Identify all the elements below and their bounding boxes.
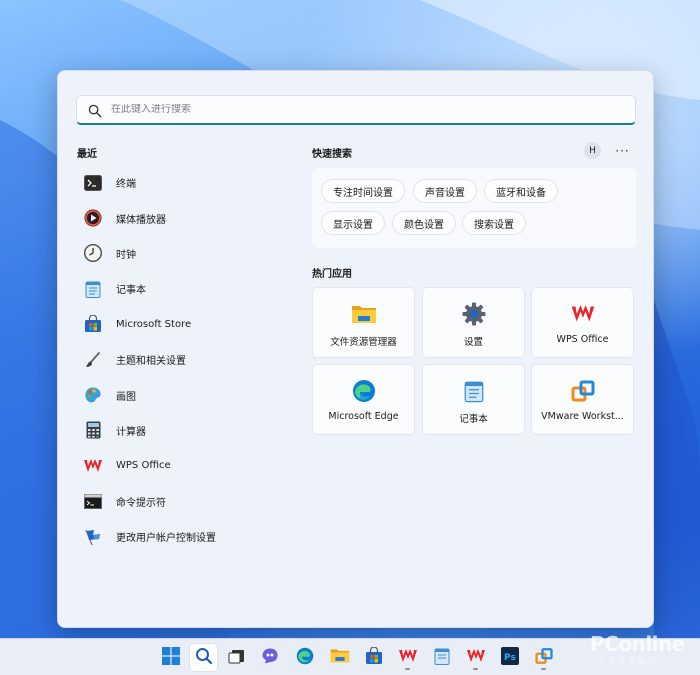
recent-item-label: WPS Office <box>116 460 171 472</box>
wps-icon <box>83 456 103 476</box>
taskbar-edge-button[interactable] <box>291 644 318 671</box>
recent-title: 最近 <box>77 149 97 160</box>
search-icon <box>195 647 213 669</box>
settings-gear-icon <box>461 301 487 327</box>
taskbar-search-button[interactable] <box>190 644 217 671</box>
avatar[interactable]: H <box>584 142 601 159</box>
app-tile-notepad[interactable]: 记事本 <box>422 364 525 435</box>
taskbar-photoshop-button[interactable]: Ps <box>496 644 523 671</box>
app-tile-label: 记事本 <box>459 414 488 425</box>
recent-item-label: 主题和相关设置 <box>116 356 186 368</box>
taskbar-file-explorer-button[interactable] <box>326 644 353 671</box>
search-icon <box>88 103 102 117</box>
store-icon <box>83 314 103 334</box>
recent-item-wps-office[interactable]: WPS Office <box>78 448 288 483</box>
start-menu: 最近 终端 媒体播放器 时钟 记事本 <box>57 70 654 628</box>
search-box[interactable] <box>76 95 636 125</box>
recent-item-media-player[interactable]: 媒体播放器 <box>78 200 288 235</box>
windows-logo-icon <box>161 646 180 669</box>
brush-icon <box>83 350 103 370</box>
task-view-button[interactable] <box>223 644 250 671</box>
app-tile-wps-office[interactable]: WPS Office <box>531 287 634 358</box>
uac-flag-icon <box>83 527 103 547</box>
taskbar-chat-button[interactable] <box>256 644 283 671</box>
recent-item-microsoft-store[interactable]: Microsoft Store <box>78 307 288 342</box>
vmware-icon <box>534 647 553 669</box>
file-explorer-icon <box>351 301 377 327</box>
edge-icon <box>351 378 377 404</box>
quick-search-panel: 专注时间设置 声音设置 蓝牙和设备 显示设置 颜色设置 搜索设置 <box>312 168 636 248</box>
watermark-brand: PConline <box>590 632 685 656</box>
chip-color-settings[interactable]: 颜色设置 <box>392 211 456 235</box>
chip-sound-settings[interactable]: 声音设置 <box>413 179 477 203</box>
recent-item-clock[interactable]: 时钟 <box>78 236 288 271</box>
recent-item-calculator[interactable]: 计算器 <box>78 413 288 448</box>
terminal-icon <box>83 173 103 193</box>
app-tile-label: VMware Workst... <box>541 411 624 422</box>
recent-item-terminal[interactable]: 终端 <box>78 165 288 200</box>
recent-item-label: Microsoft Store <box>116 318 192 330</box>
taskbar-wps-button[interactable] <box>394 644 421 671</box>
search-input[interactable] <box>111 104 635 115</box>
chat-icon <box>261 647 279 669</box>
notepad-icon <box>83 279 103 299</box>
recent-item-paint[interactable]: 画图 <box>78 377 288 412</box>
app-tile-label: Microsoft Edge <box>328 411 399 422</box>
edge-icon <box>296 647 314 669</box>
start-button[interactable] <box>157 644 184 671</box>
recent-item-label: 计算器 <box>116 426 146 438</box>
running-indicator <box>405 668 410 670</box>
cmd-icon <box>83 491 103 511</box>
recent-item-label: 终端 <box>116 179 136 191</box>
notepad-icon <box>434 647 450 669</box>
wps-icon <box>570 301 596 327</box>
more-options-button[interactable]: ··· <box>614 142 631 159</box>
quick-search-title: 快速搜索 <box>312 149 352 160</box>
clock-icon <box>83 243 103 263</box>
task-view-icon <box>228 647 246 669</box>
chip-focus-settings[interactable]: 专注时间设置 <box>321 179 405 203</box>
recent-item-label: 命令提示符 <box>116 497 166 509</box>
media-player-icon <box>83 208 103 228</box>
recent-list: 终端 媒体播放器 时钟 记事本 Microsoft Store 主题和相关设置 … <box>78 165 288 554</box>
file-explorer-icon <box>330 647 350 668</box>
taskbar-notepad-button[interactable] <box>428 644 455 671</box>
notepad-icon <box>461 378 487 404</box>
recent-item-label: 记事本 <box>116 285 146 297</box>
chip-search-settings[interactable]: 搜索设置 <box>462 211 526 235</box>
wps-icon <box>466 648 486 668</box>
running-indicator <box>473 668 478 670</box>
chip-display-settings[interactable]: 显示设置 <box>321 211 385 235</box>
recent-item-theme-settings[interactable]: 主题和相关设置 <box>78 342 288 377</box>
app-tile-label: 文件资源管理器 <box>330 337 397 348</box>
watermark-sub: 太平洋电脑网 <box>598 657 658 666</box>
paint-icon <box>83 385 103 405</box>
taskbar-vmware-button[interactable] <box>530 644 557 671</box>
chip-bluetooth-devices[interactable]: 蓝牙和设备 <box>484 179 558 203</box>
recent-item-label: 时钟 <box>116 249 136 261</box>
app-tile-vmware-workstation[interactable]: VMware Workst... <box>531 364 634 435</box>
taskbar-store-button[interactable] <box>360 644 387 671</box>
recent-item-notepad[interactable]: 记事本 <box>78 271 288 306</box>
wps-icon <box>398 648 418 668</box>
app-tile-label: 设置 <box>463 337 483 348</box>
app-tile-settings[interactable]: 设置 <box>422 287 525 358</box>
top-apps-title: 热门应用 <box>312 269 352 280</box>
recent-item-command-prompt[interactable]: 命令提示符 <box>78 484 288 519</box>
taskbar-wps-writer-button[interactable] <box>462 644 489 671</box>
svg-text:Ps: Ps <box>504 653 516 663</box>
app-tile-microsoft-edge[interactable]: Microsoft Edge <box>312 364 415 435</box>
photoshop-icon: Ps <box>500 646 519 669</box>
app-tile-file-explorer[interactable]: 文件资源管理器 <box>312 287 415 358</box>
recent-item-label: 媒体播放器 <box>116 214 166 226</box>
recent-item-uac-settings[interactable]: 更改用户帐户控制设置 <box>78 519 288 554</box>
app-tile-label: WPS Office <box>556 334 609 345</box>
recent-item-label: 画图 <box>116 391 136 403</box>
recent-item-label: 更改用户帐户控制设置 <box>116 533 216 545</box>
running-indicator <box>541 668 546 670</box>
vmware-icon <box>570 378 596 404</box>
calculator-icon <box>83 420 103 440</box>
store-icon <box>365 645 383 669</box>
